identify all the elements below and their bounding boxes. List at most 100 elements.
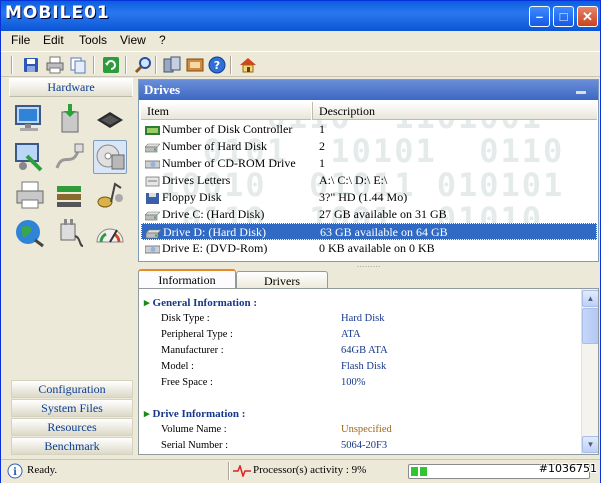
info-label: Serial Number : bbox=[161, 440, 229, 451]
column-header-description[interactable]: Description bbox=[312, 102, 597, 120]
processor-icon[interactable] bbox=[93, 102, 127, 136]
drive-row[interactable]: Drive C: (Hard Disk) 27 GB available on 3… bbox=[141, 206, 597, 223]
scroll-up-button[interactable]: ▲ bbox=[582, 290, 598, 307]
copy-button[interactable] bbox=[68, 55, 88, 75]
chevron-up-icon: ▲ bbox=[586, 294, 595, 303]
refresh-button[interactable] bbox=[101, 55, 121, 75]
hardware-category-button[interactable]: Hardware bbox=[9, 78, 133, 97]
drive-letters-icon bbox=[145, 175, 160, 187]
drives-panel: 0110 1101001 0101 10101 0110 10010 01011… bbox=[138, 79, 599, 262]
image-stamp: #1036751 bbox=[538, 462, 597, 475]
info-icon: i bbox=[7, 463, 23, 479]
info-value: Hard Disk bbox=[341, 313, 385, 324]
title-bar[interactable]: MOBILE01 – □ ✕ bbox=[1, 1, 600, 31]
menu-view[interactable]: View bbox=[120, 33, 146, 47]
info-value: 5064-20F3 bbox=[341, 440, 388, 451]
drive-row-item: Number of Hard Disk bbox=[162, 139, 267, 153]
drive-row-item: Drives Letters bbox=[162, 173, 231, 187]
motherboard-icon[interactable] bbox=[53, 102, 87, 136]
activity-bar-block bbox=[411, 467, 418, 476]
sensors-icon[interactable] bbox=[93, 216, 127, 250]
info-value: Flash Disk bbox=[341, 361, 387, 372]
menu-file[interactable]: File bbox=[11, 33, 30, 47]
drive-row[interactable]: Number of Disk Controller 1 bbox=[141, 121, 597, 138]
drives-panel-header: Drives ▬ bbox=[139, 80, 598, 100]
detail-tabs: Information Drivers bbox=[138, 269, 599, 289]
disk-controller-icon bbox=[145, 124, 160, 135]
home-button[interactable] bbox=[238, 55, 258, 75]
status-divider bbox=[228, 462, 230, 480]
information-panel: ▸ General Information : Disk Type : Hard D… bbox=[138, 288, 599, 455]
save-button[interactable] bbox=[21, 55, 41, 75]
help-button[interactable]: ? bbox=[207, 55, 227, 75]
drive-row[interactable]: Number of CD-ROM Drive 1 bbox=[141, 155, 597, 172]
printer-icon[interactable] bbox=[13, 178, 47, 212]
printer-icon bbox=[46, 56, 64, 74]
menu-edit[interactable]: Edit bbox=[43, 33, 64, 47]
configuration-category-button[interactable]: Configuration bbox=[11, 380, 133, 398]
section-arrow-icon: ▸ bbox=[144, 408, 150, 420]
info-label: Free Space : bbox=[161, 377, 213, 388]
system-button[interactable] bbox=[162, 55, 182, 75]
copy-icon bbox=[70, 57, 86, 74]
svg-text:i: i bbox=[13, 467, 17, 478]
toolbar-separator bbox=[93, 56, 95, 74]
help-icon: ? bbox=[208, 56, 226, 74]
hard-disk-icon bbox=[144, 141, 161, 153]
drive-row-description: 27 GB available on 31 GB bbox=[319, 207, 447, 221]
status-text: Ready. bbox=[27, 464, 58, 476]
ports-icon[interactable] bbox=[53, 140, 87, 174]
benchmark-category-button[interactable]: Benchmark bbox=[11, 437, 133, 455]
scroll-down-button[interactable]: ▼ bbox=[582, 436, 598, 453]
print-button[interactable] bbox=[45, 55, 65, 75]
activity-bar-block bbox=[420, 467, 427, 476]
system-summary-icon[interactable] bbox=[13, 102, 47, 136]
close-button[interactable]: ✕ bbox=[577, 6, 598, 27]
resources-category-button[interactable]: Resources bbox=[11, 418, 133, 436]
drive-row[interactable]: Drive E: (DVD-Rom) 0 KB available on 0 KB bbox=[141, 240, 597, 257]
sound-icon[interactable] bbox=[93, 178, 127, 212]
drives-icon[interactable] bbox=[93, 140, 127, 174]
cdrom-icon bbox=[144, 158, 161, 169]
drive-row[interactable]: Drive D: (Hard Disk) 63 GB available on 6… bbox=[141, 223, 597, 240]
drive-row-description: 63 GB available on 64 GB bbox=[320, 225, 448, 239]
report-button[interactable] bbox=[185, 55, 205, 75]
drive-row-description: A:\ C:\ D:\ E:\ bbox=[319, 173, 388, 187]
info-value: 64GB ATA bbox=[341, 345, 388, 356]
maximize-button[interactable]: □ bbox=[553, 6, 574, 27]
info-label: Disk Type : bbox=[161, 313, 210, 324]
search-icon bbox=[134, 57, 151, 74]
computer-icon bbox=[163, 56, 181, 73]
refresh-icon bbox=[103, 57, 119, 73]
drive-row-item: Number of CD-ROM Drive bbox=[162, 156, 296, 170]
tab-information[interactable]: Information bbox=[138, 269, 236, 289]
minimize-button[interactable]: – bbox=[529, 6, 550, 27]
toolbar: ? bbox=[1, 51, 600, 77]
drive-row-description: 1 bbox=[319, 156, 325, 170]
home-icon bbox=[240, 58, 256, 73]
hard-disk-icon bbox=[144, 209, 161, 221]
drive-row-item: Number of Disk Controller bbox=[162, 122, 293, 136]
app-window: MOBILE01 – □ ✕ File Edit Tools View ? ? … bbox=[0, 0, 601, 483]
video-icon[interactable] bbox=[13, 140, 47, 174]
column-header-item[interactable]: Item bbox=[141, 102, 311, 120]
network-icon[interactable] bbox=[13, 216, 47, 250]
search-button[interactable] bbox=[133, 55, 153, 75]
save-icon bbox=[24, 58, 38, 72]
report-icon bbox=[186, 58, 204, 72]
menu-help[interactable]: ? bbox=[159, 33, 166, 47]
drive-row[interactable]: Drives Letters A:\ C:\ D:\ E:\ bbox=[141, 172, 597, 189]
power-icon[interactable] bbox=[53, 216, 87, 250]
minimize-icon: – bbox=[535, 9, 544, 24]
info-label: Volume Name : bbox=[161, 424, 227, 435]
system-files-category-button[interactable]: System Files bbox=[11, 399, 133, 417]
drive-header-icon: ▬ bbox=[576, 86, 586, 97]
scroll-thumb[interactable] bbox=[582, 308, 598, 344]
drive-row[interactable]: Number of Hard Disk 2 bbox=[141, 138, 597, 155]
vertical-scrollbar[interactable]: ▲ ▼ bbox=[581, 289, 598, 454]
drive-row[interactable]: Floppy Disk 3?" HD (1.44 Mo) bbox=[141, 189, 597, 206]
floppy-icon bbox=[145, 192, 160, 204]
menu-tools[interactable]: Tools bbox=[79, 33, 107, 47]
devices-icon[interactable] bbox=[53, 178, 87, 212]
tab-drivers[interactable]: Drivers bbox=[236, 271, 328, 289]
